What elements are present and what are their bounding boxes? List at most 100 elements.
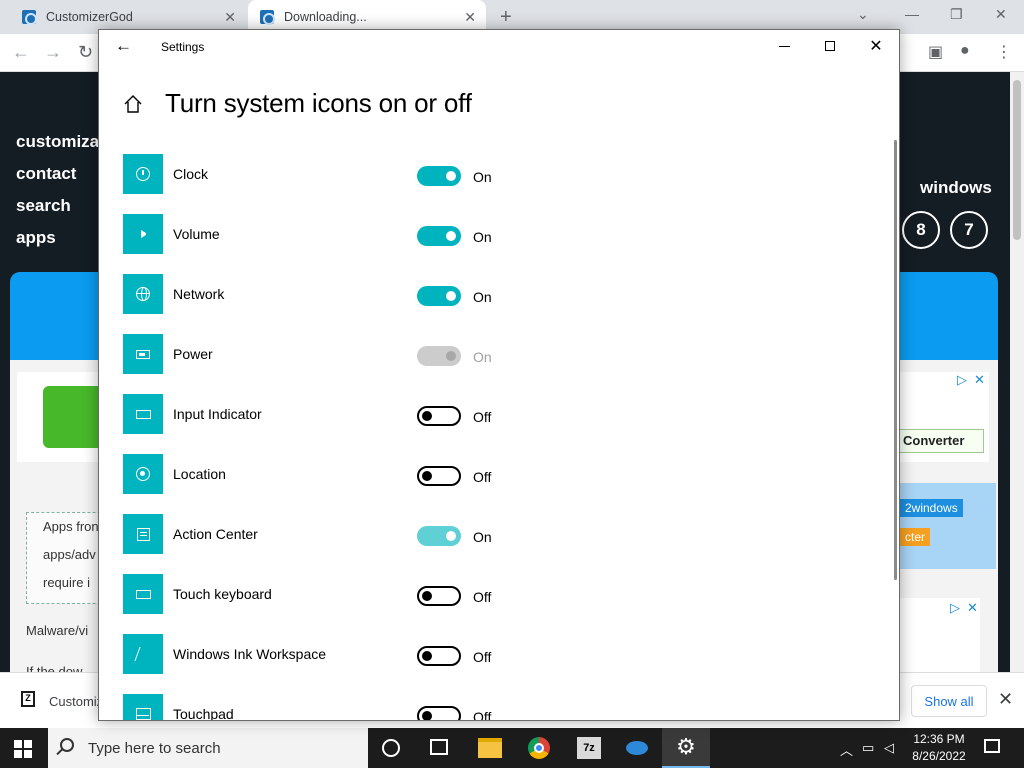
downloaded-file-icon: Z (21, 691, 35, 707)
browser-close-button[interactable]: ✕ (995, 6, 1007, 23)
page-header: Turn system icons on or off (123, 88, 472, 119)
malware-text: Malware/vi (26, 623, 89, 638)
customizergod-favicon-icon (22, 10, 37, 25)
touch-keyboard-toggle[interactable] (417, 586, 461, 606)
toggle-state: Off (473, 469, 492, 485)
tab-title: Downloading... (284, 10, 367, 24)
list-item-touchpad: Touchpad Off (123, 694, 543, 721)
touchpad-icon (123, 694, 163, 720)
network-toggle[interactable] (417, 286, 461, 306)
back-arrow-icon[interactable]: ← (115, 36, 132, 56)
battery-icon (123, 334, 163, 374)
new-tab-icon[interactable]: + (500, 6, 512, 29)
ad-close-icon[interactable]: ✕ (974, 372, 985, 388)
ad-choices-icon[interactable]: ▷ (950, 600, 960, 616)
clock-time: 12:36 PM (913, 732, 965, 746)
site-nav: customizat contact search apps (16, 126, 105, 254)
windows-7-badge[interactable]: 7 (950, 211, 988, 249)
network-icon (123, 274, 163, 314)
side-panel-icon[interactable]: ▣ (928, 42, 943, 62)
7zip-icon[interactable]: 7z (577, 737, 601, 759)
toggle-state: Off (473, 709, 492, 721)
browser-menu-icon[interactable]: ⋮ (996, 42, 1012, 62)
back-arrow-icon[interactable]: ← (12, 42, 30, 63)
list-item-windows-ink-workspace: Windows Ink Workspace Off (123, 634, 543, 674)
nav-link-customization[interactable]: customizat (16, 126, 105, 158)
list-item-location: Location Off (123, 454, 543, 494)
input-indicator-toggle[interactable] (417, 406, 461, 426)
item-label: Action Center (173, 526, 258, 542)
settings-gear-icon[interactable]: ⚙ (662, 728, 710, 768)
volume-icon (123, 214, 163, 254)
volume-tray-icon[interactable]: ◁ (884, 740, 894, 756)
settings-close-button[interactable]: ✕ (853, 30, 899, 62)
browser-minimize-button[interactable]: — (905, 6, 919, 22)
file-explorer-icon[interactable] (478, 738, 502, 758)
tab-close-icon[interactable]: ✕ (464, 9, 476, 26)
chrome-icon[interactable] (528, 737, 550, 759)
nav-link-contact[interactable]: contact (16, 158, 105, 190)
pen-icon (123, 634, 163, 674)
windows-heading: windows (920, 178, 992, 197)
search-icon (60, 738, 74, 752)
forward-arrow-icon[interactable]: → (44, 42, 62, 63)
tab-close-icon[interactable]: ✕ (224, 9, 236, 26)
task-view-icon[interactable] (430, 739, 448, 755)
nav-link-apps[interactable]: apps (16, 222, 105, 254)
download-item-name[interactable]: Customiz (49, 694, 103, 709)
clock-toggle[interactable] (417, 166, 461, 186)
windows-ink-toggle[interactable] (417, 646, 461, 666)
tab-search-chevron-icon[interactable]: ⌄ (857, 6, 869, 23)
ad-choices-icon[interactable]: ▷ (957, 372, 967, 388)
settings-minimize-button[interactable] (761, 30, 807, 62)
list-item-power: Power On (123, 334, 543, 374)
taskbar-search-box[interactable]: Type here to search (48, 728, 368, 768)
location-toggle[interactable] (417, 466, 461, 486)
window-title: Settings (161, 40, 205, 54)
converter-ad-button[interactable]: Converter (896, 429, 984, 453)
windows-8-badge[interactable]: 8 (902, 211, 940, 249)
item-label: Clock (173, 166, 209, 182)
tray-chevron-up-icon[interactable]: ︿ (840, 740, 853, 759)
toggle-state: Off (473, 589, 492, 605)
item-label: Network (173, 286, 225, 302)
cortana-icon[interactable] (382, 739, 400, 757)
action-center-toggle[interactable] (417, 526, 461, 546)
list-item-volume: Volume On (123, 214, 543, 254)
item-label: Touchpad (173, 706, 234, 721)
reload-icon[interactable]: ↻ (78, 42, 93, 63)
list-item-touch-keyboard: Touch keyboard Off (123, 574, 543, 614)
home-icon[interactable] (123, 94, 143, 114)
profile-avatar-icon[interactable]: ● (960, 42, 970, 60)
windows-start-icon[interactable] (14, 740, 32, 758)
power-toggle (417, 346, 461, 366)
volume-toggle[interactable] (417, 226, 461, 246)
toggle-state: On (473, 169, 492, 185)
list-item-network: Network On (123, 274, 543, 314)
ad-close-icon[interactable]: ✕ (967, 600, 978, 616)
tab-title: CustomizerGod (46, 10, 133, 24)
app-fish-icon[interactable] (626, 741, 648, 755)
search-placeholder: Type here to search (88, 739, 221, 757)
clock-icon (123, 154, 163, 194)
download-info-text: If the dow (26, 664, 83, 672)
settings-scrollbar[interactable] (894, 140, 897, 580)
page-scrollbar[interactable] (1010, 72, 1024, 672)
nav-link-search[interactable]: search (16, 190, 105, 222)
notification-center-icon[interactable] (984, 739, 1000, 753)
tag-2windows[interactable]: 2windows (900, 499, 963, 517)
toggle-state: Off (473, 649, 492, 665)
settings-maximize-button[interactable] (807, 30, 853, 62)
show-all-downloads-button[interactable]: Show all (911, 685, 987, 717)
tag-orange[interactable]: cter (900, 528, 931, 546)
settings-window: ← Settings ✕ Turn system icons on or off… (98, 29, 900, 721)
settings-titlebar: ← Settings ✕ (99, 30, 899, 64)
scrollbar-thumb[interactable] (1013, 80, 1021, 240)
download-bar-close-icon[interactable]: ✕ (998, 689, 1013, 710)
windows-taskbar: Type here to search 7z ⚙ ︿ ▭ ◁ 12:36 PM … (0, 728, 1024, 768)
touchpad-toggle[interactable] (417, 706, 461, 720)
network-tray-icon[interactable]: ▭ (862, 740, 874, 756)
taskbar-clock[interactable]: 12:36 PM 8/26/2022 (904, 731, 974, 765)
item-label: Windows Ink Workspace (173, 646, 327, 662)
browser-restore-button[interactable]: ❐ (950, 6, 963, 23)
